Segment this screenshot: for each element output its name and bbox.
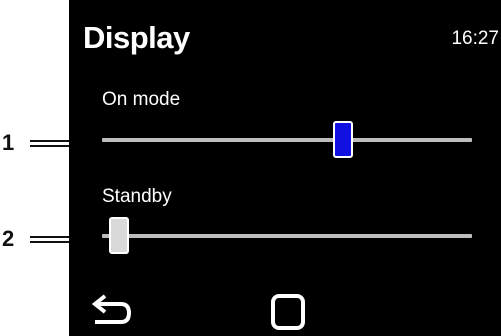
back-arrow-icon[interactable] <box>87 288 139 330</box>
on-mode-label: On mode <box>102 89 181 110</box>
on-mode-slider[interactable] <box>102 120 472 160</box>
navigation-bar <box>69 284 501 336</box>
home-square-icon[interactable] <box>271 294 305 330</box>
slider-track[interactable] <box>102 234 472 238</box>
callout-number: 2 <box>2 226 15 251</box>
slider-thumb[interactable] <box>109 217 129 254</box>
standby-slider[interactable] <box>102 216 472 256</box>
display-settings-screen: Display 16:27 On mode Standby <box>69 0 501 336</box>
callout-number: 1 <box>2 130 15 155</box>
slider-track[interactable] <box>102 138 472 142</box>
page-title: Display <box>83 20 190 55</box>
slider-thumb[interactable] <box>333 121 353 158</box>
status-clock: 16:27 <box>451 28 499 49</box>
standby-label: Standby <box>102 186 172 207</box>
